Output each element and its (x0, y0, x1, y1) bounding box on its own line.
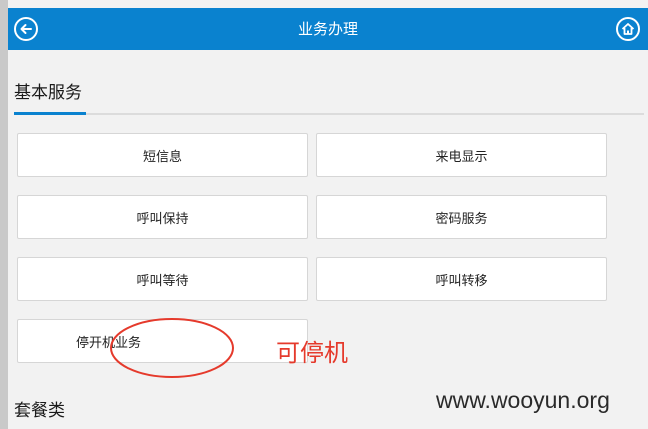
tile-label: 呼叫等待 (136, 273, 189, 289)
app-screen: 业务办理 基本服务 短信息 来电显示 呼叫保持 密码服务 呼叫等待 呼叫转移 停… (8, 0, 648, 429)
section-accent-underline (14, 112, 86, 115)
tile-label: 短信息 (142, 149, 182, 165)
tile-label: 呼叫转移 (435, 273, 488, 289)
service-tile-call-hold[interactable]: 呼叫保持 (17, 195, 308, 239)
home-button[interactable] (616, 17, 640, 41)
top-bar: 业务办理 (8, 8, 648, 50)
tile-label: 密码服务 (435, 211, 488, 227)
home-icon (621, 23, 635, 35)
section-title-package: 套餐类 (14, 401, 65, 421)
service-tile-caller-id[interactable]: 来电显示 (316, 133, 607, 177)
page-title: 业务办理 (297, 20, 358, 38)
service-tile-password[interactable]: 密码服务 (316, 195, 607, 239)
section-title-basic: 基本服务 (14, 83, 82, 103)
service-tile-call-waiting[interactable]: 呼叫等待 (17, 257, 308, 301)
annotation-circle (110, 318, 234, 378)
service-tile-sms[interactable]: 短信息 (17, 133, 308, 177)
tile-label: 来电显示 (435, 149, 488, 165)
left-edge-bar (0, 0, 8, 429)
tile-label: 呼叫保持 (136, 211, 189, 227)
annotation-text: 可停机 (276, 339, 348, 367)
section-divider (14, 112, 644, 115)
watermark: www.wooyun.org (436, 387, 610, 413)
service-tile-call-forward[interactable]: 呼叫转移 (316, 257, 607, 301)
